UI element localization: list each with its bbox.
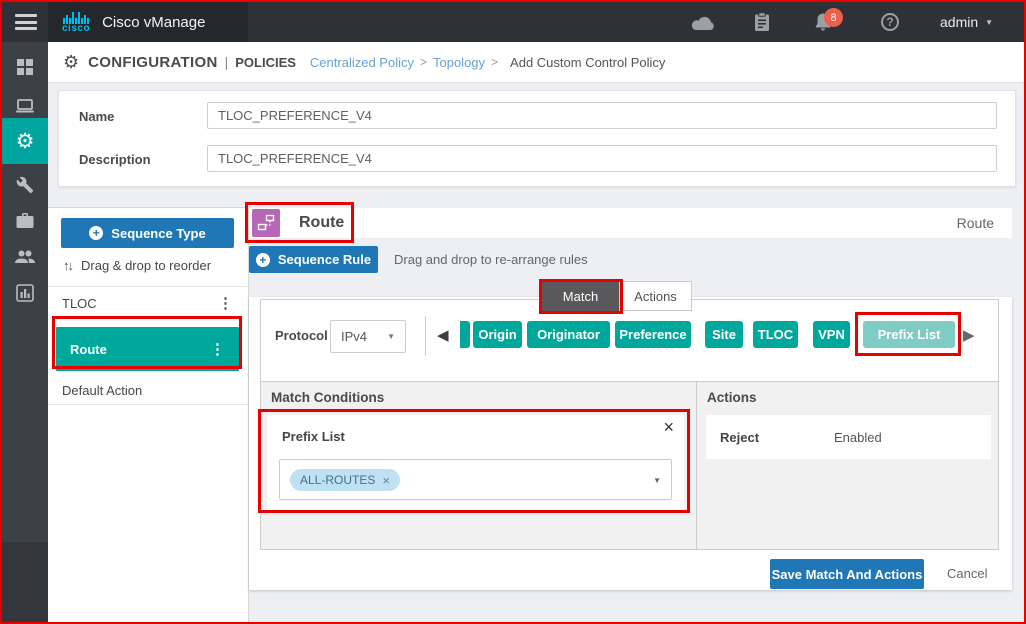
app-title: Cisco vManage: [102, 14, 205, 31]
actions-column: Actions Reject Enabled: [696, 382, 998, 549]
cancel-button[interactable]: Cancel: [947, 559, 987, 589]
reject-value: Enabled: [834, 430, 882, 445]
maintenance-briefcase-icon[interactable]: [2, 204, 48, 238]
close-icon[interactable]: ×: [663, 417, 674, 438]
scroll-left-icon[interactable]: ◀: [437, 326, 449, 346]
reorder-arrows-icon: ↑↓: [63, 258, 72, 273]
route-devices-icon: [252, 209, 280, 237]
kebab-menu-icon[interactable]: ⋮: [210, 340, 225, 358]
name-field[interactable]: [207, 102, 997, 129]
add-sequence-type-button[interactable]: + Sequence Type: [61, 218, 234, 248]
sequence-type-label: Sequence Type: [111, 226, 205, 241]
tab-match[interactable]: Match: [542, 281, 619, 311]
sequence-rule-label: Sequence Rule: [278, 252, 371, 267]
sequence-item-default-action[interactable]: Default Action: [48, 376, 247, 404]
cisco-wordmark: cisco: [62, 24, 90, 33]
divider: [425, 316, 426, 356]
plus-circle-icon: +: [256, 253, 270, 267]
match-type-preference[interactable]: Preference: [615, 321, 691, 348]
breadcrumb: ⚙ CONFIGURATION | POLICIES Centralized P…: [48, 42, 1024, 83]
tag-remove-icon[interactable]: ×: [382, 473, 390, 488]
tag-label: ALL-ROUTES: [300, 473, 375, 487]
analytics-chart-icon[interactable]: [2, 276, 48, 310]
breadcrumb-separator: >: [491, 55, 498, 69]
dashboard-icon[interactable]: [2, 50, 48, 84]
chevron-down-icon: ▼: [985, 18, 993, 27]
match-type-origin[interactable]: Origin: [473, 321, 522, 348]
prefix-list-label: Prefix List: [282, 429, 345, 444]
match-type-vpn[interactable]: VPN: [813, 321, 850, 348]
administration-users-icon[interactable]: [2, 240, 48, 274]
protocol-select[interactable]: IPv4 ▼: [330, 320, 406, 353]
breadcrumb-subsection: POLICIES: [235, 55, 296, 70]
tab-actions[interactable]: Actions: [619, 281, 692, 311]
notification-badge: 8: [824, 8, 843, 27]
protocol-label: Protocol: [275, 328, 328, 343]
menu-icon[interactable]: [15, 14, 37, 30]
chevron-down-icon[interactable]: ▼: [653, 476, 661, 485]
help-icon[interactable]: ?: [881, 13, 899, 31]
sequence-rule-row: + Sequence Rule Drag and drop to re-arra…: [249, 246, 1012, 273]
drag-rules-hint: Drag and drop to re-arrange rules: [394, 246, 588, 273]
plus-circle-icon: +: [89, 226, 103, 240]
vmanage-screenshot: cisco Cisco vManage 8 ? admin ▼ ⚙: [0, 0, 1026, 624]
match-type-tloc[interactable]: TLOC: [753, 321, 798, 348]
actions-header: Actions: [707, 390, 757, 405]
brand-block: cisco Cisco vManage: [48, 2, 248, 42]
admin-label: admin: [940, 14, 978, 30]
sequence-panel: + Sequence Type ↑↓ Drag & drop to reorde…: [48, 207, 249, 624]
chevron-down-icon: ▼: [387, 332, 395, 341]
match-panel: Protocol IPv4 ▼ ◀ Origin Originator Pref…: [260, 299, 999, 550]
breadcrumb-separator: >: [420, 55, 427, 69]
nav-rail-shade: [2, 542, 48, 624]
match-type-partial-button[interactable]: [460, 321, 470, 348]
sequence-item-tloc[interactable]: TLOC ⋮: [48, 288, 247, 318]
top-bar: cisco Cisco vManage 8 ? admin ▼: [2, 2, 1024, 42]
route-corner-label: Route: [957, 208, 994, 238]
admin-menu[interactable]: admin ▼: [940, 2, 993, 42]
save-match-actions-button[interactable]: Save Match And Actions: [770, 559, 924, 589]
prefix-list-select[interactable]: ALL-ROUTES × ▼: [279, 459, 672, 500]
cloud-icon[interactable]: [690, 15, 716, 37]
reorder-hint: ↑↓ Drag & drop to reorder: [63, 258, 211, 273]
conditions-section: Match Conditions Prefix List × ALL-ROUTE…: [261, 381, 998, 549]
match-conditions-column: Match Conditions Prefix List × ALL-ROUTE…: [261, 382, 696, 549]
tools-wrench-icon[interactable]: [2, 168, 48, 202]
route-editor-title: Route: [299, 208, 344, 238]
breadcrumb-link-centralized-policy[interactable]: Centralized Policy: [310, 55, 414, 70]
configuration-gear-icon[interactable]: ⚙: [2, 124, 48, 158]
protocol-value: IPv4: [341, 329, 367, 344]
scroll-right-icon[interactable]: ▶: [963, 326, 975, 346]
breadcrumb-divider: |: [225, 54, 229, 70]
name-label: Name: [79, 109, 114, 124]
monitor-icon[interactable]: [2, 89, 48, 123]
cisco-logo-icon: cisco: [62, 12, 90, 33]
kebab-menu-icon[interactable]: ⋮: [218, 294, 233, 312]
description-label: Description: [79, 152, 151, 167]
add-sequence-rule-button[interactable]: + Sequence Rule: [249, 246, 378, 273]
gear-icon: ⚙: [63, 52, 79, 73]
route-title-bar: Route Route: [249, 208, 1012, 238]
breadcrumb-current: Add Custom Control Policy: [510, 55, 665, 70]
description-field[interactable]: [207, 145, 997, 172]
reject-label: Reject: [720, 430, 759, 445]
breadcrumb-link-topology[interactable]: Topology: [433, 55, 485, 70]
sequence-item-route[interactable]: Route ⋮: [56, 327, 239, 371]
match-conditions-header: Match Conditions: [271, 390, 384, 405]
divider: [48, 286, 248, 287]
reject-action-row: Reject Enabled: [706, 415, 991, 459]
prefix-list-condition: Prefix List × ALL-ROUTES × ▼: [267, 415, 684, 510]
nav-rail: ⚙: [2, 42, 48, 624]
divider: [48, 404, 248, 405]
tasks-clipboard-icon[interactable]: [754, 12, 770, 37]
selected-tag: ALL-ROUTES ×: [290, 469, 400, 491]
policy-form-card: Name Description: [58, 90, 1016, 187]
match-type-prefix-list[interactable]: Prefix List: [863, 321, 955, 348]
rule-editor-card: Match Actions Protocol IPv4 ▼ ◀ Origin O…: [249, 297, 1012, 590]
match-type-originator[interactable]: Originator: [527, 321, 610, 348]
breadcrumb-section: CONFIGURATION: [88, 54, 217, 71]
match-type-site[interactable]: Site: [705, 321, 743, 348]
